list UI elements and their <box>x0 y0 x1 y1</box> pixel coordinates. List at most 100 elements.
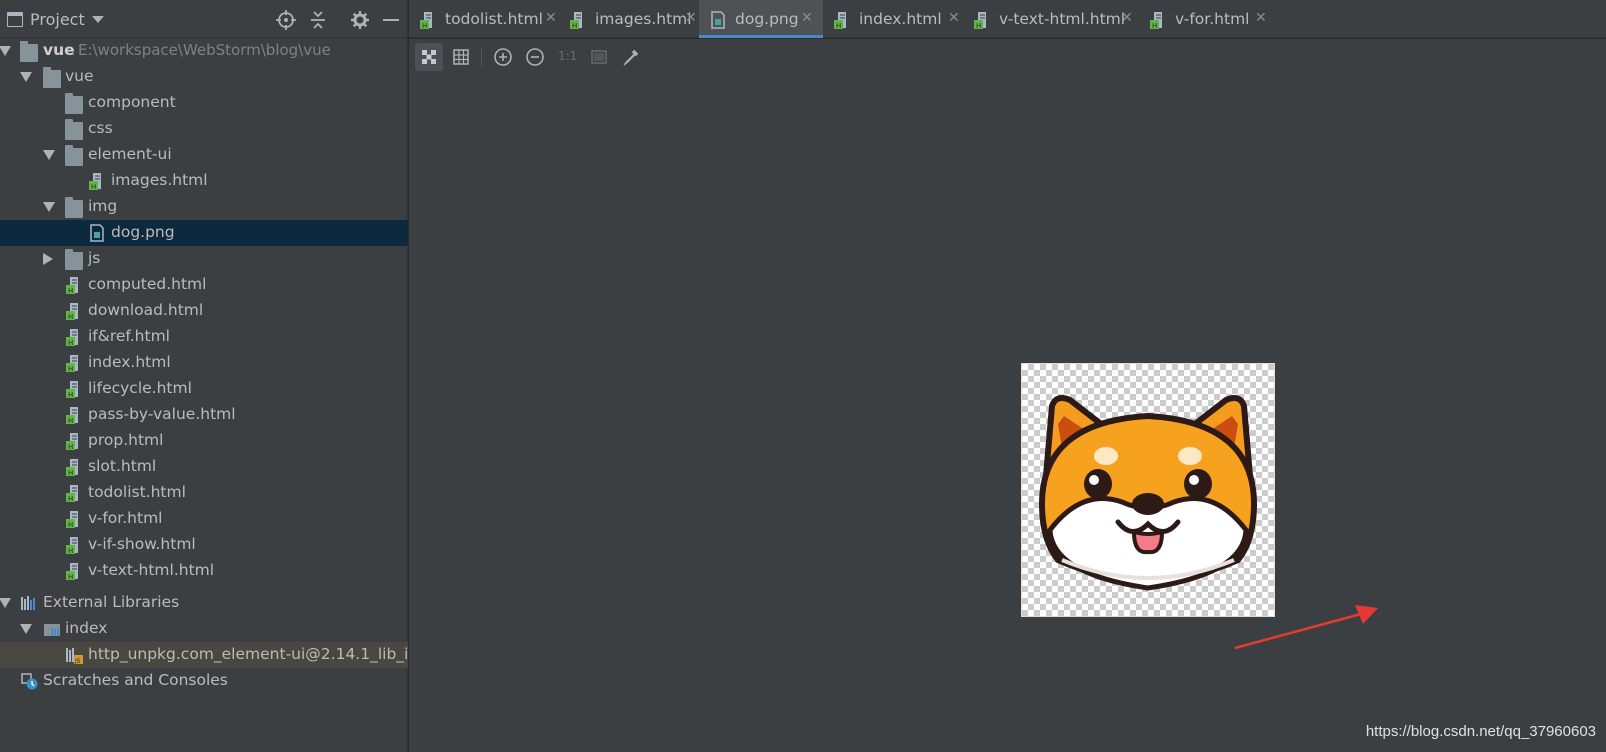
tree-label: prop.html <box>88 431 164 449</box>
image-editor: 1:1 https://blog.csdn.net/qq_37960603 <box>409 39 1606 752</box>
project-view-selector[interactable]: Project <box>30 10 85 29</box>
tree-scratches-consoles[interactable]: Scratches and Consoles <box>0 668 408 694</box>
tree-label: v-text-html.html <box>88 561 215 579</box>
tree-root-vue[interactable]: vue E:\workspace\WebStorm\blog\vue <box>0 38 408 64</box>
svg-text:H: H <box>68 313 73 320</box>
folder-icon <box>65 119 83 140</box>
tree-folder-js[interactable]: js <box>0 246 408 272</box>
tree-file-download-html[interactable]: H download.html <box>0 298 408 324</box>
svg-text:H: H <box>68 417 73 424</box>
folder-icon <box>65 145 83 166</box>
close-icon[interactable]: ✕ <box>1255 10 1267 26</box>
tree-folder-img[interactable]: img <box>0 194 408 220</box>
tab-images-html[interactable]: H images.html ✕ <box>559 0 699 38</box>
js-library-icon: JS <box>65 646 83 665</box>
svg-text:JS: JS <box>74 658 81 664</box>
tree-label: element-ui <box>88 145 172 163</box>
tree-file-slot-html[interactable]: H slot.html <box>0 454 408 480</box>
tree-file-v-for-html[interactable]: H v-for.html <box>0 506 408 532</box>
tree-folder-css[interactable]: css <box>0 116 408 142</box>
html-file-icon: H <box>65 302 83 321</box>
svg-text:H: H <box>422 22 427 29</box>
tree-label: v-if-show.html <box>88 535 196 553</box>
tree-path: E:\workspace\WebStorm\blog\vue <box>78 41 331 59</box>
tab-index-html[interactable]: H index.html ✕ <box>823 0 963 38</box>
tree-external-libraries[interactable]: External Libraries <box>0 590 408 616</box>
svg-text:H: H <box>68 521 73 528</box>
html-file-icon: H <box>1149 11 1167 30</box>
chevron-down-icon[interactable] <box>92 16 104 23</box>
expand-arrow-icon[interactable] <box>0 598 11 608</box>
actual-size-button[interactable]: 1:1 <box>558 49 577 63</box>
close-icon[interactable]: ✕ <box>1121 10 1133 26</box>
expand-arrow-icon[interactable] <box>20 624 32 634</box>
scratches-icon <box>20 672 38 690</box>
html-file-icon: H <box>65 406 83 425</box>
tab-dog-png[interactable]: dog.png ✕ <box>699 0 823 38</box>
image-preview <box>1021 363 1275 617</box>
folder-icon <box>43 67 61 88</box>
tree-folder-element-ui[interactable]: element-ui <box>0 142 408 168</box>
svg-text:H: H <box>68 573 73 580</box>
tree-label: index.html <box>88 353 171 371</box>
project-tool-window: Project vue E:\workspace\WebStorm\blog\v… <box>0 0 408 752</box>
tab-v-for-html[interactable]: H v-for.html ✕ <box>1139 0 1269 38</box>
tree-file-v-text-html-html[interactable]: H v-text-html.html <box>0 558 408 584</box>
tree-library-index[interactable]: index <box>0 616 408 642</box>
folder-icon <box>65 93 83 114</box>
tree-folder-component[interactable]: component <box>0 90 408 116</box>
tree-file-computed-html[interactable]: H computed.html <box>0 272 408 298</box>
folder-icon <box>65 249 83 270</box>
svg-text:H: H <box>68 339 73 346</box>
expand-arrow-icon[interactable] <box>43 202 55 212</box>
annotation-arrow <box>1234 605 1378 650</box>
tree-label: lifecycle.html <box>88 379 192 397</box>
tree-label: vue <box>43 41 75 59</box>
tab-todolist-html[interactable]: H todolist.html ✕ <box>409 0 559 38</box>
tree-label: img <box>88 197 118 215</box>
tree-label: css <box>88 119 113 137</box>
chessboard-icon[interactable] <box>415 43 443 71</box>
tab-v-text-html-html[interactable]: H v-text-html.html ✕ <box>963 0 1139 38</box>
collapse-all-icon[interactable] <box>307 9 329 31</box>
tree-label: pass-by-value.html <box>88 405 236 423</box>
html-file-icon: H <box>65 380 83 399</box>
tree-file-dog-png[interactable]: dog.png <box>0 220 408 246</box>
html-file-icon: H <box>65 354 83 373</box>
tree-file-prop-html[interactable]: H prop.html <box>0 428 408 454</box>
collapsed-arrow-icon[interactable] <box>43 253 53 265</box>
html-file-icon: H <box>65 276 83 295</box>
tree-file-pass-by-value-html[interactable]: H pass-by-value.html <box>0 402 408 428</box>
expand-arrow-icon[interactable] <box>0 46 11 56</box>
zoom-out-icon[interactable] <box>521 43 549 71</box>
grid-icon[interactable] <box>447 43 475 71</box>
expand-arrow-icon[interactable] <box>20 72 32 82</box>
fit-zoom-icon[interactable] <box>585 43 613 71</box>
close-icon[interactable]: ✕ <box>801 10 813 26</box>
tree-file-lifecycle-html[interactable]: H lifecycle.html <box>0 376 408 402</box>
close-icon[interactable]: ✕ <box>685 10 697 26</box>
close-icon[interactable]: ✕ <box>948 10 960 26</box>
close-icon[interactable]: ✕ <box>545 10 557 26</box>
library-icon <box>20 594 38 612</box>
zoom-in-icon[interactable] <box>489 43 517 71</box>
tree-file-ifref-html[interactable]: H if&ref.html <box>0 324 408 350</box>
tree-file-todolist-html[interactable]: H todolist.html <box>0 480 408 506</box>
folder-icon <box>65 197 83 218</box>
html-file-icon: H <box>65 432 83 451</box>
color-picker-icon[interactable] <box>617 43 645 71</box>
tree-file-index-html[interactable]: H index.html <box>0 350 408 376</box>
tree-file-v-if-show-html[interactable]: H v-if-show.html <box>0 532 408 558</box>
tree-file-images-html[interactable]: H images.html <box>0 168 408 194</box>
tab-label: v-for.html <box>1175 10 1250 28</box>
locate-icon[interactable] <box>275 9 297 31</box>
expand-arrow-icon[interactable] <box>43 150 55 160</box>
tree-label: download.html <box>88 301 204 319</box>
tree-folder-vue[interactable]: vue <box>0 64 408 90</box>
gear-icon[interactable] <box>349 9 371 31</box>
html-file-icon: H <box>569 11 587 30</box>
svg-text:H: H <box>68 443 73 450</box>
minimize-icon[interactable] <box>380 9 402 31</box>
html-file-icon: H <box>88 172 106 191</box>
tree-library-element-ui-js[interactable]: JS http_unpkg.com_element-ui@2.14.1_lib_… <box>0 642 408 668</box>
